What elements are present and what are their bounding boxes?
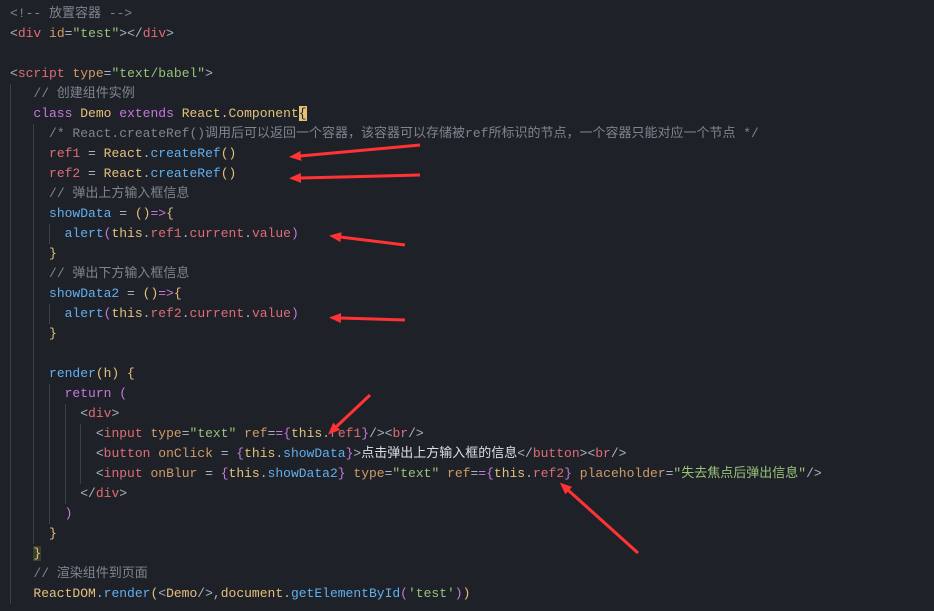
code-line: }	[10, 524, 934, 544]
code-line: ref2 = React.createRef()	[10, 164, 934, 184]
code-line: <input onBlur = {this.showData2} type="t…	[10, 464, 934, 484]
code-line: </div>	[10, 484, 934, 504]
code-line	[10, 44, 934, 64]
code-line: <div id="test"></div>	[10, 24, 934, 44]
code-line: <button onClick = {this.showData}>点击弹出上方…	[10, 444, 934, 464]
code-line	[10, 344, 934, 364]
code-line: render(h) {	[10, 364, 934, 384]
code-line: return (	[10, 384, 934, 404]
code-line: alert(this.ref2.current.value)	[10, 304, 934, 324]
code-line: <input type="text" ref=={this.ref1}/><br…	[10, 424, 934, 444]
code-line: ref1 = React.createRef()	[10, 144, 934, 164]
code-line: // 弹出下方输入框信息	[10, 264, 934, 284]
code-line: alert(this.ref1.current.value)	[10, 224, 934, 244]
code-line: }	[10, 544, 934, 564]
code-line: /* React.createRef()调用后可以返回一个容器，该容器可以存储被…	[10, 124, 934, 144]
code-line: showData = ()=>{	[10, 204, 934, 224]
code-line: // 弹出上方输入框信息	[10, 184, 934, 204]
code-line: <div>	[10, 404, 934, 424]
code-editor[interactable]: <!-- 放置容器 --> <div id="test"></div> <scr…	[0, 0, 934, 604]
code-line: <script type="text/babel">	[10, 64, 934, 84]
code-line: ReactDOM.render(<Demo/>,document.getElem…	[10, 584, 934, 604]
code-line: // 渲染组件到页面	[10, 564, 934, 584]
code-line: }	[10, 244, 934, 264]
code-line: class Demo extends React.Component{	[10, 104, 934, 124]
code-line: // 创建组件实例	[10, 84, 934, 104]
code-line: )	[10, 504, 934, 524]
code-line: }	[10, 324, 934, 344]
code-line: <!-- 放置容器 -->	[10, 4, 934, 24]
code-line: showData2 = ()=>{	[10, 284, 934, 304]
